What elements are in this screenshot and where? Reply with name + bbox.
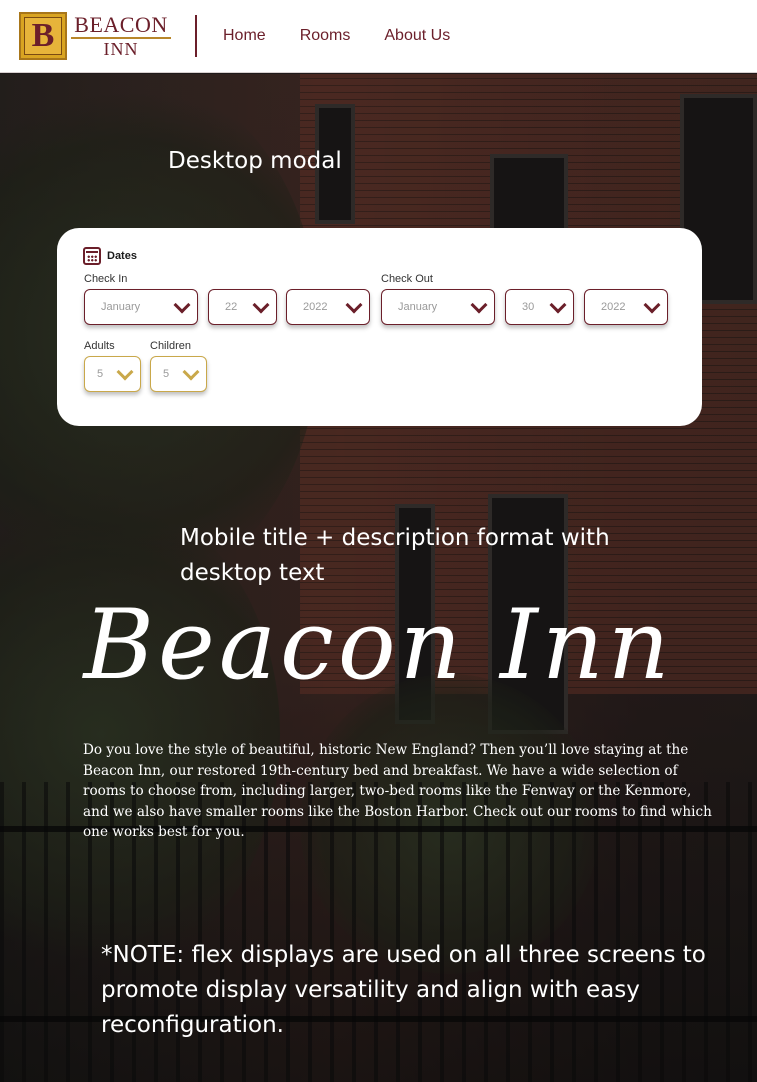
logo-initial: B bbox=[31, 17, 55, 54]
check-out-month-value: January bbox=[398, 301, 438, 313]
beacon-inn-logo[interactable]: B BEACON INN bbox=[19, 11, 171, 61]
booking-modal: Dates Check In Check Out January 22 2022… bbox=[57, 228, 702, 426]
chevron-down-icon bbox=[174, 300, 188, 314]
hero-title: Beacon Inn bbox=[83, 589, 674, 701]
check-in-label: Check In bbox=[84, 273, 128, 285]
children-label: Children bbox=[150, 340, 191, 352]
logo-line2: INN bbox=[103, 39, 139, 59]
check-in-day-select[interactable]: 22 bbox=[208, 289, 277, 325]
check-in-year-select[interactable]: 2022 bbox=[286, 289, 370, 325]
logo-line1: BEACON bbox=[74, 12, 168, 37]
header-divider bbox=[195, 15, 197, 57]
hero-description: Do you love the style of beautiful, hist… bbox=[83, 742, 712, 840]
logo-ornament bbox=[71, 37, 171, 39]
check-out-day-value: 30 bbox=[522, 301, 535, 313]
chevron-down-icon bbox=[253, 300, 267, 314]
chevron-down-icon bbox=[346, 300, 360, 314]
children-select[interactable]: 5 bbox=[150, 356, 207, 392]
logo-monogram: B bbox=[19, 12, 67, 60]
calendar-icon bbox=[83, 247, 101, 265]
adults-label: Adults bbox=[84, 340, 115, 352]
check-in-year-value: 2022 bbox=[303, 301, 328, 313]
annotation-desktop-modal: Desktop modal bbox=[168, 148, 342, 174]
adults-value: 5 bbox=[97, 368, 104, 380]
nav-rooms[interactable]: Rooms bbox=[300, 27, 351, 45]
check-out-year-select[interactable]: 2022 bbox=[584, 289, 668, 325]
dates-title: Dates bbox=[107, 250, 137, 262]
check-out-month-select[interactable]: January bbox=[381, 289, 495, 325]
check-in-month-select[interactable]: January bbox=[84, 289, 198, 325]
check-out-label: Check Out bbox=[381, 273, 433, 285]
chevron-down-icon bbox=[471, 300, 485, 314]
chevron-down-icon bbox=[183, 367, 197, 381]
adults-select[interactable]: 5 bbox=[84, 356, 141, 392]
check-out-day-select[interactable]: 30 bbox=[505, 289, 574, 325]
dates-heading: Dates bbox=[83, 247, 137, 265]
check-out-year-value: 2022 bbox=[601, 301, 626, 313]
annotation-flex-note: *NOTE: flex displays are used on all thr… bbox=[101, 942, 706, 1038]
nav-home[interactable]: Home bbox=[223, 27, 266, 45]
nav-about-us[interactable]: About Us bbox=[384, 27, 450, 45]
check-in-month-value: January bbox=[101, 301, 141, 313]
chevron-down-icon bbox=[117, 367, 131, 381]
logo-wordmark: BEACON INN bbox=[71, 14, 171, 58]
main-nav: Home Rooms About Us bbox=[223, 27, 450, 45]
site-header: B BEACON INN Home Rooms About Us bbox=[0, 0, 757, 73]
check-in-day-value: 22 bbox=[225, 301, 238, 313]
chevron-down-icon bbox=[644, 300, 658, 314]
children-value: 5 bbox=[163, 368, 170, 380]
chevron-down-icon bbox=[550, 300, 564, 314]
